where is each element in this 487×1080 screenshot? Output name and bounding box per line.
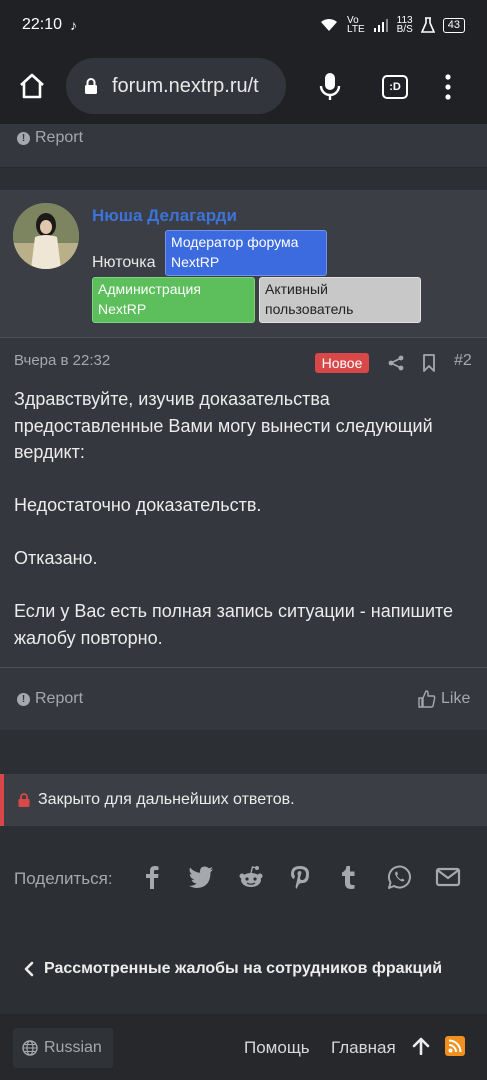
bookmark-icon[interactable] <box>422 354 436 372</box>
share-icon[interactable] <box>388 355 404 371</box>
network-type: Vo LTE <box>347 16 365 35</box>
avatar[interactable] <box>13 203 79 269</box>
page-footer: Russian Помощь Главная <box>0 1014 487 1080</box>
language-label: Russian <box>44 1039 102 1056</box>
closed-notice-text: Закрыто для дальнейших ответов. <box>38 791 295 808</box>
microphone-icon[interactable] <box>318 72 342 102</box>
report-link-previous[interactable]: ! Report <box>17 129 83 147</box>
network-speed: 113 B/S <box>396 16 413 35</box>
whatsapp-icon[interactable] <box>384 862 414 892</box>
moderator-badge: Модератор форума NextRP <box>165 230 327 276</box>
post-date[interactable]: Вчера в 22:32 <box>14 352 110 369</box>
lock-icon <box>85 78 97 94</box>
post-number[interactable]: #2 <box>454 352 472 370</box>
facebook-icon[interactable] <box>137 862 167 892</box>
email-icon[interactable] <box>433 862 463 892</box>
post-paragraph: Недостаточно доказательств. <box>14 495 262 515</box>
twitter-icon[interactable] <box>186 862 216 892</box>
post-body: Здравствуйте, изучив доказательства пред… <box>14 386 474 678</box>
previous-post-footer: ! Report <box>0 124 487 168</box>
rss-icon[interactable] <box>445 1036 465 1056</box>
speed-unit: B/S <box>396 24 413 35</box>
flask-icon <box>420 17 435 33</box>
admin-badge: Администрация NextRP <box>92 277 255 323</box>
reddit-icon[interactable] <box>236 862 266 892</box>
username-link[interactable]: Нюша Делагарди <box>92 206 237 226</box>
report-link[interactable]: ! Report <box>17 690 83 708</box>
home-icon[interactable] <box>18 72 46 100</box>
alert-icon: ! <box>17 131 30 145</box>
post-paragraph: Здравствуйте, изучив доказательства пред… <box>14 389 433 462</box>
battery-indicator: 43 <box>442 17 465 33</box>
share-label: Поделиться: <box>14 869 113 888</box>
tabs-button[interactable]: :D <box>382 75 408 99</box>
post-paragraph: Отказано. <box>14 548 98 568</box>
breadcrumb[interactable]: Рассмотренные жалобы на сотрудников фрак… <box>24 960 442 978</box>
url-text: forum.nextrp.ru/t <box>112 74 259 97</box>
thumbs-up-icon <box>418 690 436 708</box>
like-button[interactable]: Like <box>418 690 470 708</box>
post-paragraph: Если у Вас есть полная запись ситуации -… <box>14 601 454 648</box>
language-selector[interactable]: Russian <box>13 1028 113 1068</box>
post-footer: ! Report Like <box>0 667 487 730</box>
page-content: ! Report Нюша Делагарди Нюточка Модерато… <box>0 124 487 1080</box>
address-bar[interactable]: forum.nextrp.ru/t <box>66 58 286 114</box>
tumblr-icon[interactable] <box>334 862 364 892</box>
post-author: Нюша Делагарди Нюточка Модератор форума … <box>0 190 487 338</box>
breadcrumb-label: Рассмотренные жалобы на сотрудников фрак… <box>44 960 443 977</box>
avatar-image <box>13 203 79 269</box>
like-label: Like <box>441 690 471 707</box>
signal-icon <box>373 19 388 32</box>
globe-icon <box>22 1040 38 1056</box>
status-bar: 22:10 ♪ Vo LTE 113 B/S 43 <box>0 0 487 50</box>
new-badge: Новое <box>315 353 369 373</box>
chevron-left-icon <box>24 961 34 977</box>
alert-icon: ! <box>17 692 30 706</box>
report-label: Report <box>35 129 84 146</box>
arrow-up-icon[interactable] <box>412 1037 430 1055</box>
home-link[interactable]: Главная <box>331 1038 396 1058</box>
active-user-badge: Активный пользователь <box>259 277 421 323</box>
post: Нюша Делагарди Нюточка Модератор форума … <box>0 190 487 730</box>
report-label: Report <box>35 690 84 707</box>
pinterest-icon[interactable] <box>285 862 315 892</box>
more-menu-icon[interactable] <box>444 74 452 100</box>
thread-closed-notice: Закрыто для дальнейших ответов. <box>0 774 487 826</box>
help-link[interactable]: Помощь <box>244 1038 310 1058</box>
tiktok-icon: ♪ <box>70 17 78 33</box>
clock: 22:10 <box>22 16 63 33</box>
user-title: Нюточка <box>92 254 156 271</box>
network-label-bottom: LTE <box>347 24 365 35</box>
browser-toolbar: forum.nextrp.ru/t :D <box>0 50 487 124</box>
lock-icon <box>18 793 30 807</box>
wifi-icon <box>321 18 338 31</box>
status-icons: Vo LTE 113 B/S 43 <box>319 16 465 35</box>
